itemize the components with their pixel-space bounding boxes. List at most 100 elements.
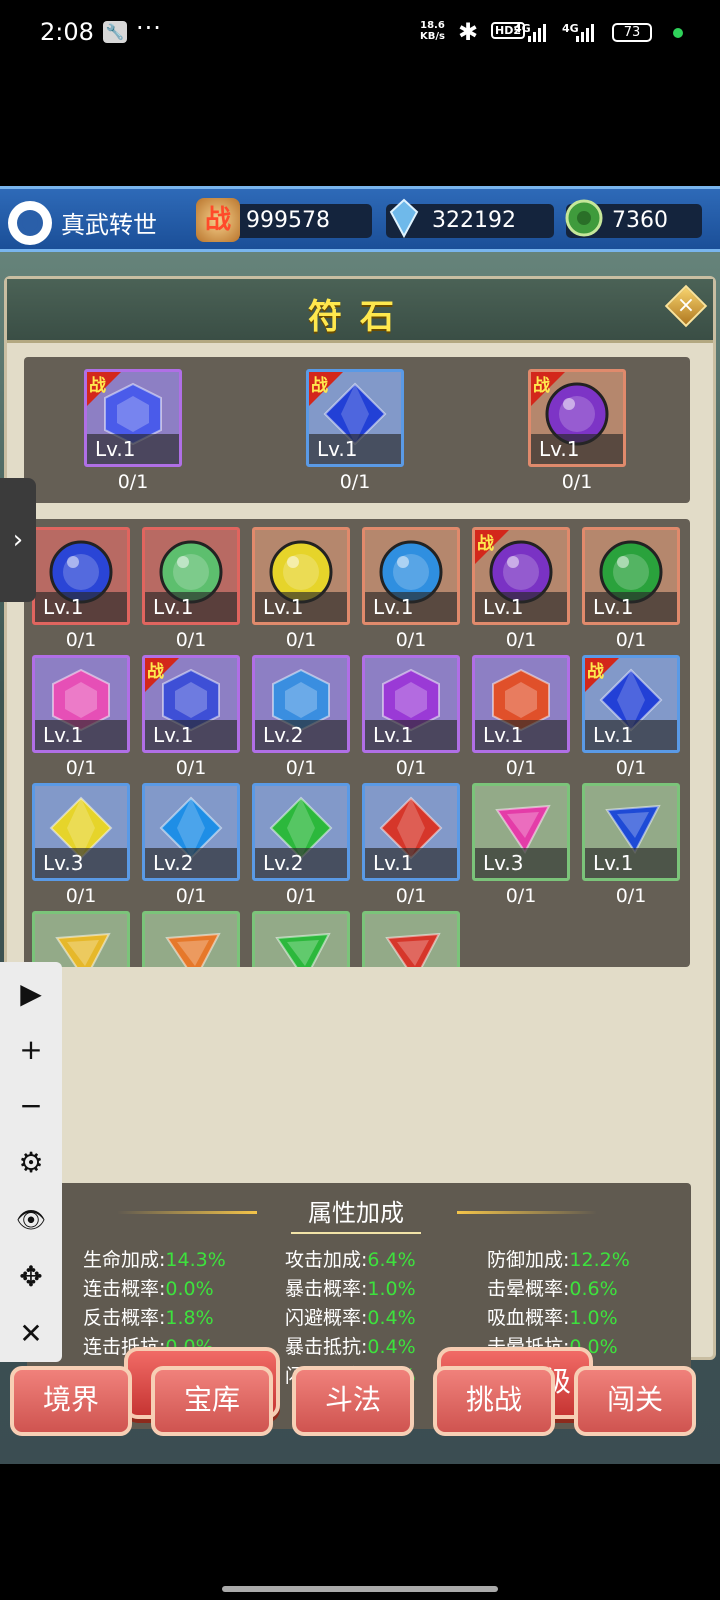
rune-slot[interactable]: Lv.3 bbox=[472, 783, 570, 881]
side-expand-tab[interactable]: › bbox=[0, 478, 36, 602]
rune-level: Lv.1 bbox=[145, 720, 237, 750]
nav-tab[interactable]: 斗法 bbox=[292, 1366, 414, 1436]
rune-level: Lv.1 bbox=[585, 848, 677, 878]
rune-slot[interactable] bbox=[252, 911, 350, 967]
battle-power-value: 999578 bbox=[246, 208, 330, 233]
rune-level: Lv.1 bbox=[365, 848, 457, 878]
ornament-right-icon bbox=[457, 1211, 597, 1214]
attribute-item: 吸血概率:1.0% bbox=[487, 1303, 618, 1330]
rune-count: 0/1 bbox=[285, 885, 317, 907]
attribute-title: 属性加成 bbox=[291, 1193, 421, 1234]
attribute-label: 暴击抵抗: bbox=[285, 1336, 368, 1358]
attribute-item: 生命加成:14.3% bbox=[83, 1245, 226, 1272]
rune-count: 0/1 bbox=[175, 629, 207, 651]
rune-slot[interactable]: Lv.1 bbox=[582, 783, 680, 881]
attribute-item: 攻击加成:6.4% bbox=[285, 1245, 416, 1272]
equipped-rune-slot[interactable]: 战 Lv.1 bbox=[306, 369, 404, 467]
zoom-out-icon[interactable]: − bbox=[0, 1086, 62, 1126]
more-dots-icon: ··· bbox=[136, 14, 162, 42]
attribute-item: 闪避概率:0.4% bbox=[285, 1303, 416, 1330]
rune-level: Lv.1 bbox=[35, 592, 127, 622]
settings-icon[interactable]: ⚙ bbox=[0, 1143, 62, 1183]
rune-slot[interactable]: 战 Lv.1 bbox=[472, 527, 570, 625]
rune-gem-icon bbox=[157, 922, 225, 967]
attribute-value: 0.6% bbox=[569, 1278, 618, 1300]
rune-slot[interactable]: Lv.1 bbox=[582, 527, 680, 625]
status-time: 2:08 bbox=[40, 18, 94, 46]
close-toolbar-icon[interactable]: ✕ bbox=[0, 1314, 62, 1354]
rune-count: 0/1 bbox=[339, 471, 371, 493]
rune-slot[interactable] bbox=[362, 911, 460, 967]
battle-badge-label: 战 bbox=[147, 662, 164, 682]
rune-slot[interactable]: Lv.1 bbox=[142, 527, 240, 625]
rune-slot[interactable]: Lv.1 bbox=[32, 655, 130, 753]
rune-slot[interactable]: Lv.2 bbox=[252, 655, 350, 753]
rune-slot[interactable]: 战 Lv.1 bbox=[142, 655, 240, 753]
jade-currency: 7360 bbox=[565, 199, 702, 238]
attribute-item: 连击概率:0.0% bbox=[83, 1274, 214, 1301]
move-icon[interactable]: ✥ bbox=[0, 1257, 62, 1297]
rune-count: 0/1 bbox=[65, 885, 97, 907]
rune-count: 0/1 bbox=[117, 471, 149, 493]
floating-toolbar: ▶ + − ⚙ 👁 ✥ ✕ bbox=[0, 962, 62, 1362]
rune-count: 0/1 bbox=[615, 885, 647, 907]
signal-icon-1 bbox=[528, 22, 546, 42]
rune-slot[interactable]: Lv.1 bbox=[472, 655, 570, 753]
rune-count: 0/1 bbox=[175, 885, 207, 907]
rune-level: Lv.1 bbox=[585, 592, 677, 622]
battle-badge-label: 战 bbox=[311, 376, 328, 396]
rune-slot[interactable]: Lv.1 bbox=[362, 527, 460, 625]
rune-count: 0/1 bbox=[285, 629, 317, 651]
rune-slot[interactable]: Lv.2 bbox=[142, 783, 240, 881]
battle-badge-label: 战 bbox=[89, 376, 106, 396]
attribute-label: 防御加成: bbox=[487, 1249, 570, 1271]
attribute-value: 0.4% bbox=[367, 1307, 416, 1329]
rune-count: 0/1 bbox=[395, 757, 427, 779]
rune-level: Lv.1 bbox=[87, 434, 179, 464]
status-bar: 2:08 🔧 ··· 18.6 KB/s ✱ HD2 4G 4G 73 bbox=[0, 0, 720, 66]
rune-level: Lv.1 bbox=[35, 720, 127, 750]
equipped-rune-slot[interactable]: 战 Lv.1 bbox=[528, 369, 626, 467]
rune-slot[interactable]: Lv.1 bbox=[362, 783, 460, 881]
rune-level: Lv.1 bbox=[309, 434, 401, 464]
rune-level: Lv.1 bbox=[531, 434, 623, 464]
rune-slot[interactable]: Lv.3 bbox=[32, 783, 130, 881]
rune-count: 0/1 bbox=[285, 757, 317, 779]
battle-power-icon: 战 bbox=[196, 198, 240, 242]
rune-gem-icon bbox=[47, 922, 115, 967]
nav-tab[interactable]: 宝库 bbox=[151, 1366, 273, 1436]
rune-level: Lv.1 bbox=[585, 720, 677, 750]
rune-slot[interactable]: Lv.1 bbox=[252, 527, 350, 625]
rune-slot[interactable] bbox=[32, 911, 130, 967]
attribute-label: 暴击概率: bbox=[285, 1278, 368, 1300]
ornament-left-icon bbox=[117, 1211, 257, 1214]
rune-slot[interactable]: Lv.1 bbox=[32, 527, 130, 625]
nav-tab[interactable]: 境界 bbox=[10, 1366, 132, 1436]
jade-value: 7360 bbox=[612, 208, 668, 233]
crystal-icon bbox=[382, 198, 426, 242]
rune-level: Lv.1 bbox=[475, 592, 567, 622]
rune-level: Lv.3 bbox=[475, 848, 567, 878]
zoom-in-icon[interactable]: + bbox=[0, 1030, 62, 1070]
home-indicator[interactable] bbox=[222, 1586, 498, 1592]
rune-count: 0/1 bbox=[65, 629, 97, 651]
network-speed: 18.6 KB/s bbox=[420, 20, 445, 42]
nav-tab[interactable]: 挑战 bbox=[433, 1366, 555, 1436]
settings-gear-icon[interactable] bbox=[8, 201, 52, 245]
rune-slot[interactable]: 战 Lv.1 bbox=[582, 655, 680, 753]
attribute-label: 反击概率: bbox=[83, 1307, 166, 1329]
rune-level: Lv.1 bbox=[365, 592, 457, 622]
rune-slot[interactable]: Lv.2 bbox=[252, 783, 350, 881]
eye-icon[interactable]: 👁 bbox=[0, 1200, 62, 1240]
rune-slot[interactable]: Lv.1 bbox=[362, 655, 460, 753]
rune-level: Lv.1 bbox=[255, 592, 347, 622]
chevron-right-icon: › bbox=[12, 525, 24, 555]
play-icon[interactable]: ▶ bbox=[0, 974, 62, 1014]
rune-count: 0/1 bbox=[505, 885, 537, 907]
attribute-value: 0.0% bbox=[165, 1278, 214, 1300]
rune-inventory: Lv.1 0/1 Lv.1 0/1 Lv.1 0/1 Lv.1 0/1 战 Lv.1 0/1 Lv.1… bbox=[24, 519, 690, 967]
attribute-item: 防御加成:12.2% bbox=[487, 1245, 630, 1272]
equipped-rune-slot[interactable]: 战 Lv.1 bbox=[84, 369, 182, 467]
nav-tab[interactable]: 闯关 bbox=[574, 1366, 696, 1436]
rune-slot[interactable] bbox=[142, 911, 240, 967]
